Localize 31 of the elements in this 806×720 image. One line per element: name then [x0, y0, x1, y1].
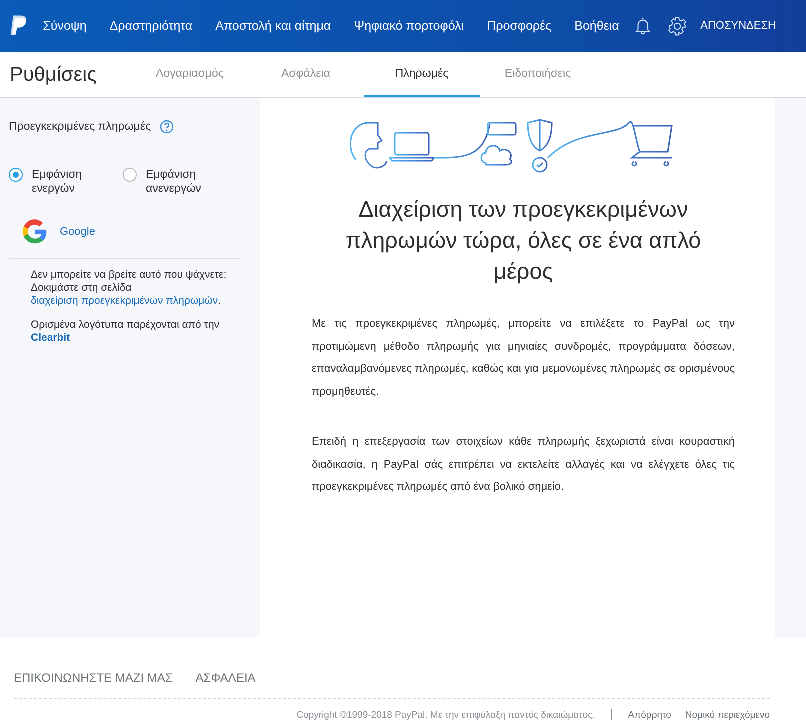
help-text: Δεν μπορείτε να βρείτε αυτό που ψάχνετε; Δοκιμάστε στη σελίδα διαχείριση προεγκεκριμένων πληρωμών. [31, 269, 228, 308]
main-heading: Διαχείριση των προεγκεκριμένων πληρωμών τώρα, όλες σε ένα απλό μέρος [344, 196, 702, 286]
radio-button[interactable] [9, 168, 23, 182]
body-paragraph: Με τις προεγκεκριμένες πληρωμές, μπορείτε να επιλέξετε το PayPal ως την προτιμώμενη μέθοδο πληρωμής για μηνιαίες συνδρομές, προγράμματα δόσεων, επαναλαμβανόμενες πληρωμές, καθώς και για μεμονωμένες πληρωμές σε ορισμένους προμηθευτές. [312, 317, 735, 400]
legal-link[interactable]: Απόρρητο [628, 710, 672, 720]
merchant-link[interactable]: Google [60, 226, 96, 238]
paypal-logo-icon[interactable] [10, 15, 28, 37]
nav-link[interactable]: Σύνοψη [43, 19, 87, 33]
logout-link[interactable]: ΑΠΟΣΥΝΔΕΣΗ [700, 20, 776, 32]
clearbit-link[interactable]: Clearbit [31, 332, 70, 344]
section-heading: Προεγκεκριμένες πληρωμές [9, 121, 152, 133]
footer-link[interactable]: ΑΣΦΑΛΕΙΑ [196, 671, 256, 685]
nav-link[interactable]: Ψηφιακό πορτοφόλι [354, 19, 464, 33]
bell-icon[interactable] [635, 16, 652, 36]
nav-link[interactable]: Προσφορές [487, 19, 552, 33]
radio-label[interactable]: Εμφάνιση ανενεργών [146, 168, 218, 196]
help-icon[interactable] [160, 120, 174, 134]
legal-link[interactable]: Νομικό περιεχόμενο [685, 710, 770, 720]
manage-payments-link[interactable]: διαχείριση προεγκεκριμένων πληρωμών [31, 295, 218, 307]
settings-icon[interactable] [668, 16, 687, 36]
page-title: Ρυθμίσεις [10, 63, 98, 88]
footer-link[interactable]: ΕΠΙΚΟΙΝΩΝΗΣΤΕ ΜΑΖΙ ΜΑΣ [14, 671, 173, 685]
body-paragraph: Επειδή η επεξεργασία των στοιχείων κάθε πληρωμής ξεχωριστά είναι κουραστική διαδικασία, η PayPal σάς επιτρέπει να εκτελείτε αλλαγές και να ελέγχετε όλες τις προεγκεκριμένες πληρωμές από ένα βολικό σημείο. [312, 435, 735, 495]
radio-label[interactable]: Εμφάνιση ενεργών [32, 168, 104, 196]
copyright-text: Copyright ©1999-2018 PayPal. Με την επιφύλαξη παντός δικαιώματος. [296, 710, 596, 720]
google-logo-icon [21, 218, 49, 246]
nav-link[interactable]: Αποστολή και αίτημα [216, 19, 332, 33]
radio-button[interactable] [123, 168, 137, 182]
nav-link[interactable]: Βοήθεια [574, 19, 620, 33]
nav-link[interactable]: Δραστηριότητα [110, 19, 193, 33]
logo-credit-text: Ορισμένα λογότυπα παρέχονται από την Clearbit [31, 319, 221, 345]
